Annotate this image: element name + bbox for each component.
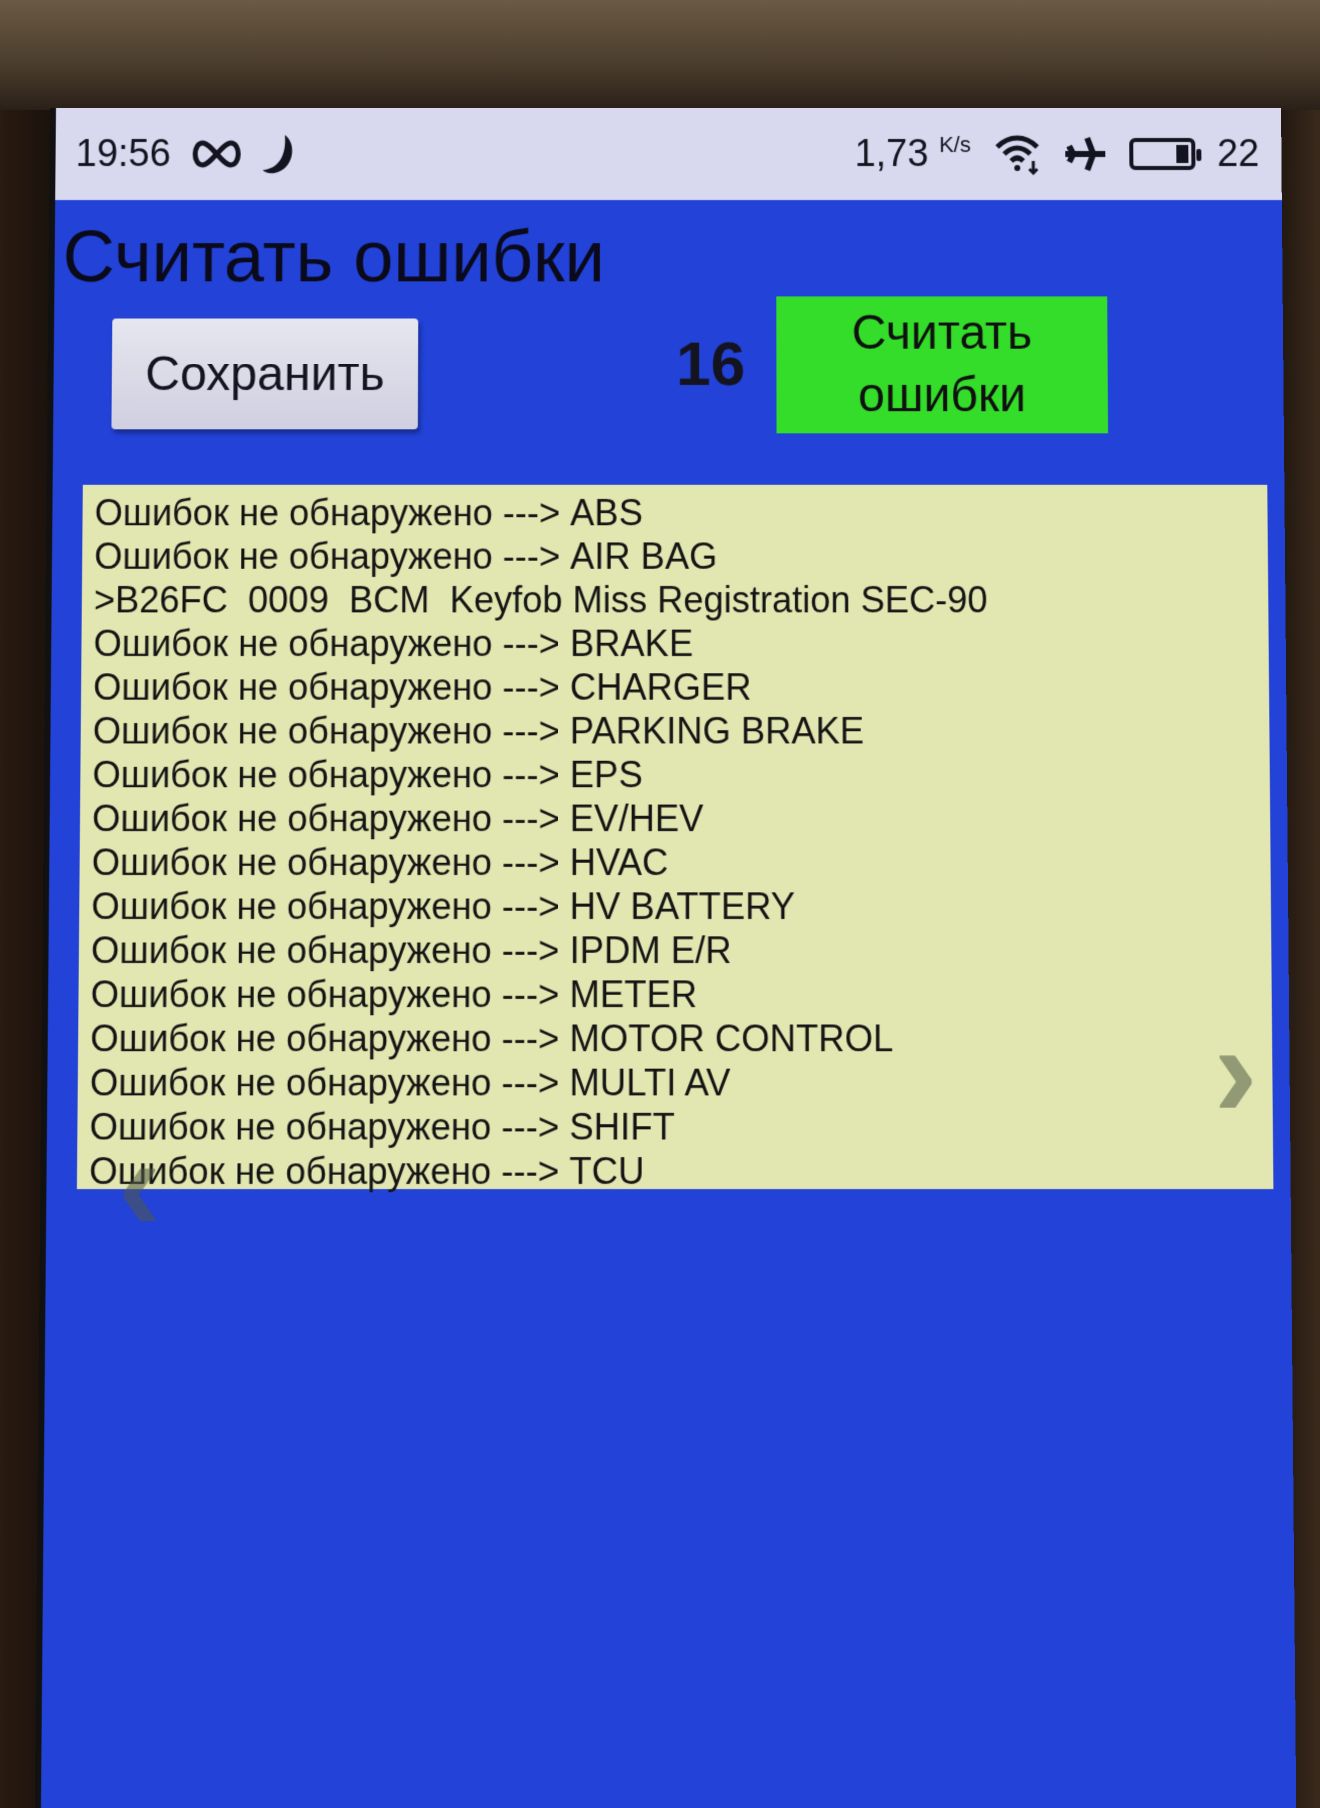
result-line: Ошибок не обнаружено ---> METER: [90, 973, 698, 1016]
result-line: Ошибок не обнаружено ---> IPDM E/R: [90, 929, 732, 972]
result-line: Ошибок не обнаружено ---> EV/HEV: [91, 797, 704, 840]
clock: 19:56: [75, 132, 171, 175]
result-line-error: >B26FC 0009 BCM Keyfob Miss Registration…: [93, 578, 988, 621]
phone-bezel: [0, 0, 1320, 110]
moon-icon: [262, 133, 297, 175]
result-line: Ошибок не обнаружено ---> MULTI AV: [89, 1061, 731, 1104]
read-errors-label-line2: ошибки: [858, 368, 1027, 423]
result-line: Ошибок не обнаружено ---> CHARGER: [93, 666, 752, 708]
result-line: Ошибок не обнаружено ---> SHIFT: [89, 1105, 675, 1148]
status-bar: 19:56 1,73 K/s 22: [55, 108, 1282, 201]
chevron-right-icon[interactable]: ›: [1213, 994, 1258, 1148]
chevron-left-icon[interactable]: ‹: [117, 1107, 162, 1262]
network-speed-value: 1,73: [854, 132, 929, 175]
result-line: Ошибок не обнаружено ---> ABS: [94, 491, 643, 534]
result-line: Ошибок не обнаружено ---> EPS: [92, 753, 643, 796]
infinity-icon: [189, 139, 245, 169]
result-line: Ошибок не обнаружено ---> MOTOR CONTROL: [90, 1017, 894, 1060]
airplane-icon: [1063, 134, 1107, 174]
read-errors-button[interactable]: Считать ошибки: [776, 296, 1109, 434]
network-speed: 1,73 K/s: [854, 132, 971, 176]
result-line: Ошибок не обнаружено ---> AIR BAG: [94, 535, 718, 577]
error-count: 16: [676, 329, 746, 400]
results-panel: Ошибок не обнаружено ---> ABS Ошибок не …: [76, 484, 1274, 1259]
result-line: Ошибок не обнаружено ---> PARKING BRAKE: [92, 709, 865, 752]
phone-screen: 19:56 1,73 K/s 22 Считать ошибки Сохрани…: [34, 108, 1297, 1808]
network-speed-unit: K/s: [939, 132, 971, 158]
result-line: Ошибок не обнаружено ---> BRAKE: [93, 622, 694, 665]
battery-level: 22: [1216, 132, 1260, 175]
result-line: Ошибок не обнаружено ---> TCU: [89, 1149, 645, 1193]
page-title: Считать ошибки: [62, 217, 605, 298]
wifi-icon: [993, 133, 1041, 175]
save-button[interactable]: Сохранить: [111, 318, 419, 430]
read-errors-label-line1: Считать: [851, 306, 1033, 360]
result-line: Ошибок не обнаружено ---> HVAC: [91, 841, 669, 884]
battery-icon: [1128, 137, 1196, 171]
result-line: Ошибок не обнаружено ---> HV BATTERY: [91, 885, 796, 928]
